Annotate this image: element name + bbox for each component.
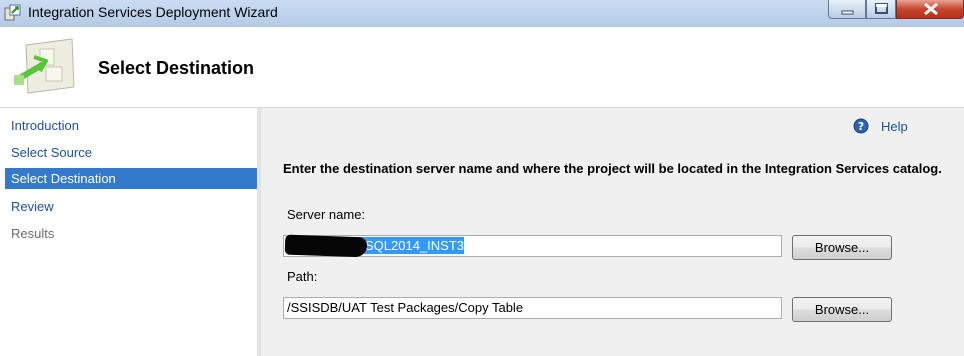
minimize-icon (841, 10, 854, 15)
help-label: Help (881, 119, 908, 134)
minimize-button[interactable] (828, 0, 866, 19)
help-link[interactable]: ? Help (853, 118, 908, 134)
server-browse-button[interactable]: Browse... (792, 235, 892, 260)
maximize-icon (875, 3, 888, 14)
instruction-text: Enter the destination server name and wh… (283, 161, 942, 176)
path-browse-button[interactable]: Browse... (792, 297, 892, 322)
wizard-header: Select Destination (0, 27, 964, 108)
help-icon: ? (853, 118, 869, 137)
close-button[interactable] (896, 0, 964, 19)
deployment-wizard-icon (12, 35, 80, 99)
nav-item-results: Results (11, 226, 55, 241)
nav-item-select-destination[interactable]: Select Destination (5, 168, 257, 189)
path-label: Path: (287, 269, 318, 284)
close-icon (924, 2, 938, 16)
main-panel: ? Help Enter the destination server name… (261, 108, 964, 356)
nav-item-select-source[interactable]: Select Source (5, 142, 257, 163)
svg-text:?: ? (858, 120, 864, 133)
nav-item-introduction[interactable]: Introduction (5, 115, 257, 136)
server-name-label: Server name: (287, 207, 366, 222)
app-icon (4, 4, 22, 22)
path-input[interactable]: /SSISDB/UAT Test Packages/Copy Table (283, 297, 782, 319)
redaction-mark (284, 234, 368, 258)
window-title: Integration Services Deployment Wizard (28, 4, 278, 20)
maximize-button[interactable] (866, 0, 896, 19)
title-bar[interactable]: Integration Services Deployment Wizard (0, 0, 964, 27)
wizard-nav: Introduction Select Source Select Destin… (0, 108, 257, 356)
page-title: Select Destination (98, 58, 255, 78)
nav-item-review[interactable]: Review (5, 196, 257, 217)
